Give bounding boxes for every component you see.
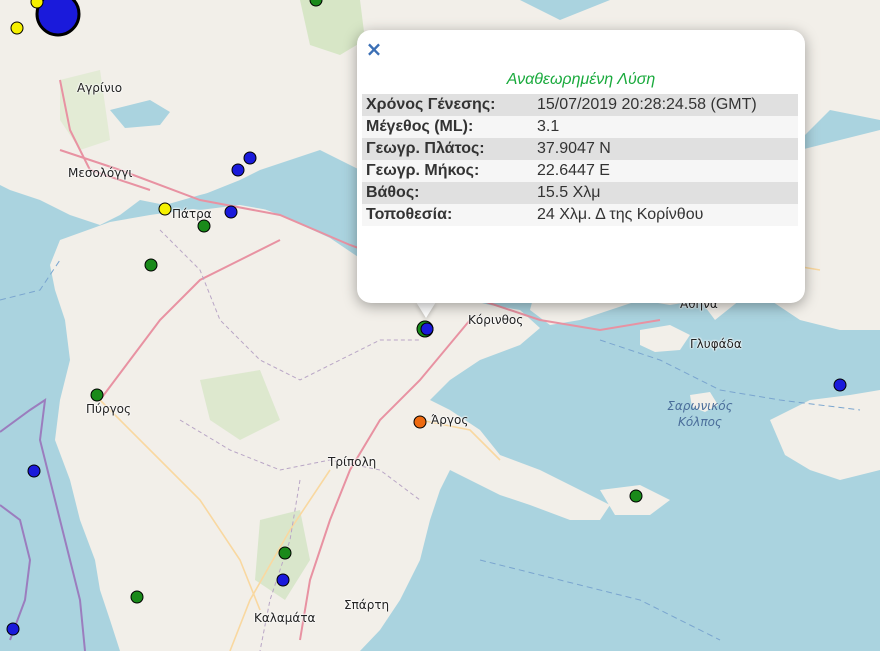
row-label: Γεωγρ. Μήκος: [362, 160, 533, 182]
place-label-glyfada: Γλυφάδα [690, 337, 742, 351]
earthquake-marker-green[interactable] [629, 489, 643, 503]
table-row: Γεωγρ. Μήκος: 22.6447 E [362, 160, 798, 182]
place-label-sparti: Σπάρτη [344, 598, 390, 612]
earthquake-marker-green[interactable] [278, 546, 292, 560]
place-label-tripoli: Τρίπολη [328, 455, 377, 469]
earthquake-marker-green[interactable] [144, 258, 158, 272]
place-label-korinthos: Κόρινθος [468, 313, 524, 327]
table-row: Τοποθεσία: 24 Χλμ. Δ της Κορίνθου [362, 204, 798, 226]
popup-tip [416, 302, 436, 318]
row-value: 22.6447 E [533, 160, 798, 182]
row-value: 24 Χλμ. Δ της Κορίνθου [533, 204, 798, 226]
row-label: Τοποθεσία: [362, 204, 533, 226]
earthquake-popup: × Αναθεωρημένη Λύση Χρόνος Γένεσης: 15/0… [357, 30, 805, 303]
row-label: Χρόνος Γένεσης: [362, 94, 533, 116]
popup-title: Αναθεωρημένη Λύση [506, 71, 656, 88]
close-icon[interactable]: × [364, 39, 384, 59]
row-label: Γεωγρ. Πλάτος: [362, 138, 533, 160]
earthquake-marker-blue[interactable] [6, 622, 20, 636]
earthquake-marker-green[interactable] [130, 590, 144, 604]
earthquake-marker-green[interactable] [197, 219, 211, 233]
sea-label-line2: Κόλπος [678, 415, 722, 429]
earthquake-marker-blue[interactable] [224, 205, 238, 219]
earthquake-marker-blue[interactable] [35, 0, 81, 37]
table-row: Βάθος: 15.5 Χλμ [362, 182, 798, 204]
earthquake-marker-yellow[interactable] [30, 0, 44, 9]
earthquake-marker-blue[interactable] [27, 464, 41, 478]
place-label-agrinio: Αγρίνιο [77, 81, 123, 95]
earthquake-details-table: Χρόνος Γένεσης: 15/07/2019 20:28:24.58 (… [362, 94, 798, 226]
table-row: Μέγεθος (ML): 3.1 [362, 116, 798, 138]
table-row: Γεωγρ. Πλάτος: 37.9047 N [362, 138, 798, 160]
row-value: 15.5 Χλμ [533, 182, 798, 204]
row-label: Μέγεθος (ML): [362, 116, 533, 138]
earthquake-marker-yellow[interactable] [158, 202, 172, 216]
earthquake-marker-blue[interactable] [833, 378, 847, 392]
table-row: Χρόνος Γένεσης: 15/07/2019 20:28:24.58 (… [362, 94, 798, 116]
sea-label-line1: Σαρωνικός [667, 399, 733, 413]
place-label-patra: Πάτρα [172, 207, 212, 221]
place-label-argos: Άργος [431, 413, 469, 427]
place-label-kalamata: Καλαμάτα [254, 611, 316, 625]
earthquake-marker-blue[interactable] [420, 322, 434, 336]
place-label-pyrgos: Πύργος [86, 402, 132, 416]
earthquake-marker-yellow[interactable] [10, 21, 24, 35]
row-value: 37.9047 N [533, 138, 798, 160]
earthquake-marker-blue[interactable] [243, 151, 257, 165]
earthquake-marker-blue[interactable] [276, 573, 290, 587]
sea-label-saronic-gulf: Σαρωνικός Κόλπος [655, 398, 745, 430]
place-label-mesolongi: Μεσολόγγι [68, 166, 133, 180]
row-label: Βάθος: [362, 182, 533, 204]
earthquake-marker-green[interactable] [90, 388, 104, 402]
row-value: 3.1 [533, 116, 798, 138]
earthquake-marker-orange[interactable] [413, 415, 427, 429]
earthquake-marker-blue[interactable] [231, 163, 245, 177]
row-value: 15/07/2019 20:28:24.58 (GMT) [533, 94, 798, 116]
